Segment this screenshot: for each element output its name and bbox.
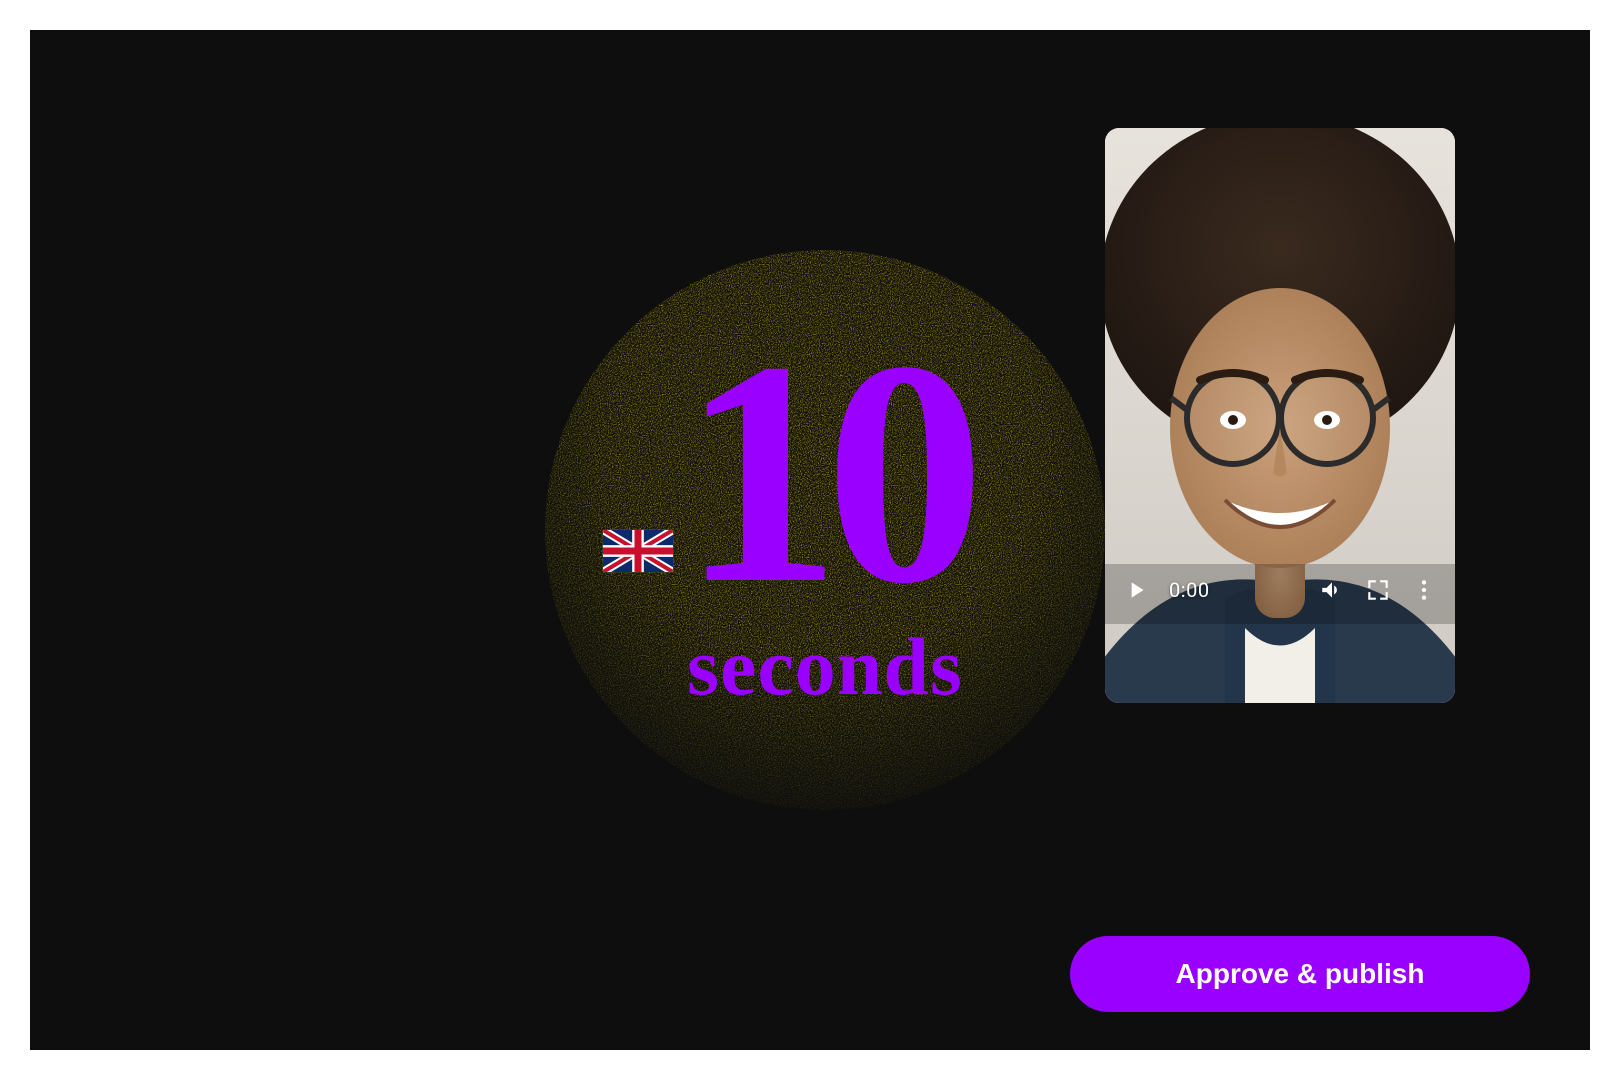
video-frame-placeholder [1105, 128, 1455, 703]
artwork-subtitle: seconds [545, 620, 1105, 714]
video-controls: 0:00 [1105, 567, 1455, 613]
editor-stage: 10 seconds [30, 30, 1590, 1050]
video-preview[interactable]: 0:00 [1105, 128, 1455, 703]
approve-publish-button[interactable]: Approve & publish [1070, 936, 1530, 1012]
title-artwork: 10 seconds [545, 250, 1105, 810]
uk-flag-icon [603, 530, 673, 572]
volume-icon[interactable] [1319, 577, 1345, 603]
artwork-number: 10 [545, 313, 1105, 633]
more-icon[interactable] [1411, 577, 1437, 603]
fullscreen-icon[interactable] [1365, 577, 1391, 603]
video-current-time: 0:00 [1169, 578, 1210, 602]
play-icon[interactable] [1123, 577, 1149, 603]
